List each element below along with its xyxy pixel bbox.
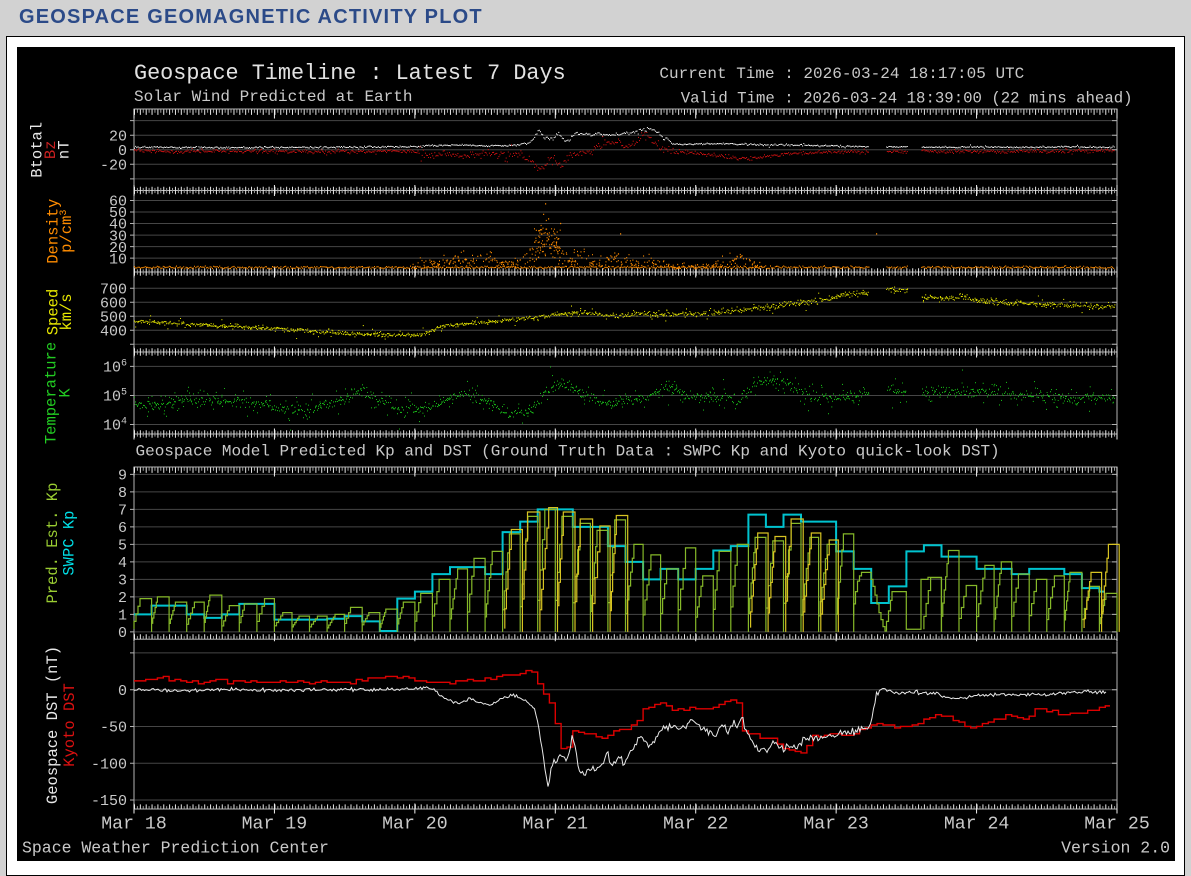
svg-text:-150: -150: [91, 793, 127, 810]
svg-text:nT: nT: [56, 140, 74, 159]
svg-text:400: 400: [100, 323, 127, 340]
svg-text:-50: -50: [100, 719, 127, 736]
svg-text:1: 1: [118, 607, 127, 624]
svg-text:Geospace Model Predicted Kp an: Geospace Model Predicted Kp and DST (Gro…: [136, 442, 1000, 460]
svg-text:0: 0: [118, 625, 127, 642]
svg-text:Geospace Timeline : Latest 7 D: Geospace Timeline : Latest 7 Days: [134, 60, 566, 85]
svg-text:Mar 25: Mar 25: [1084, 814, 1150, 834]
svg-text:8: 8: [118, 485, 127, 502]
svg-text:km/s: km/s: [58, 293, 76, 330]
svg-text:5: 5: [118, 537, 127, 554]
svg-text:Mar 24: Mar 24: [944, 814, 1010, 834]
svg-text:Current Time : 2026-03-24 18:1: Current Time : 2026-03-24 18:17:05 UTC: [659, 65, 1024, 83]
svg-text:2: 2: [118, 590, 127, 607]
svg-text:Space Weather Prediction Cente: Space Weather Prediction Center: [22, 838, 329, 857]
svg-text:Valid Time : 2026-03-24 18:39:: Valid Time : 2026-03-24 18:39:00 (22 min…: [681, 89, 1133, 107]
svg-text:Pred. Est. Kp: Pred. Est. Kp: [44, 482, 62, 603]
svg-text:9: 9: [118, 467, 127, 484]
svg-text:-20: -20: [100, 157, 127, 174]
svg-text:Mar 23: Mar 23: [803, 814, 869, 834]
svg-text:Geospace DST (nT): Geospace DST (nT): [44, 645, 62, 803]
svg-text:4: 4: [118, 555, 127, 572]
svg-text:Mar 19: Mar 19: [242, 814, 308, 834]
svg-text:Version 2.0: Version 2.0: [1061, 838, 1170, 857]
svg-text:Mar 21: Mar 21: [523, 814, 589, 834]
svg-text:Mar 20: Mar 20: [382, 814, 448, 834]
svg-text:10: 10: [109, 251, 127, 268]
svg-text:Kyoto DST: Kyoto DST: [61, 683, 79, 767]
svg-text:6: 6: [118, 520, 127, 537]
svg-text:Solar Wind Predicted at Earth: Solar Wind Predicted at Earth: [134, 87, 412, 105]
svg-text:0: 0: [118, 682, 127, 699]
svg-text:Mar 22: Mar 22: [663, 814, 729, 834]
svg-text:-100: -100: [91, 756, 127, 773]
svg-text:Mar 18: Mar 18: [101, 814, 167, 834]
svg-text:K: K: [57, 387, 75, 397]
svg-text:3: 3: [118, 572, 127, 589]
svg-text:SWPC Kp: SWPC Kp: [61, 510, 79, 575]
svg-text:7: 7: [118, 502, 127, 519]
